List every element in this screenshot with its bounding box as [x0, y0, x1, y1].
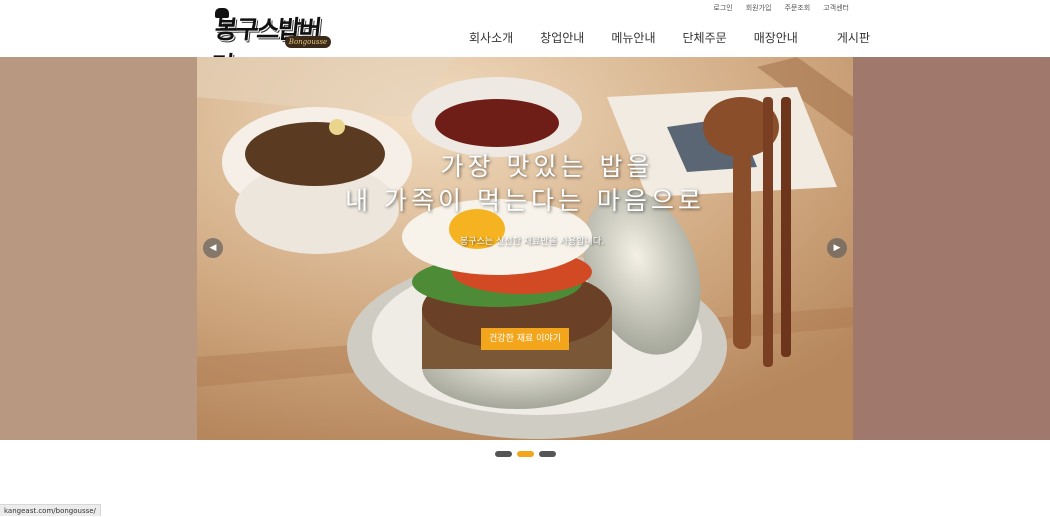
slide-dot-1[interactable] — [495, 451, 512, 457]
slide-pagination — [495, 451, 556, 457]
main-nav: 회사소개 창업안내 메뉴안내 단체주문 매장안내 게시판 — [469, 29, 870, 46]
nav-item-menu[interactable]: 메뉴안내 — [611, 29, 655, 46]
hero-side-right — [853, 57, 1050, 440]
nav-item-company[interactable]: 회사소개 — [469, 29, 513, 46]
status-bar-url: kangeast.com/bongousse/ — [0, 504, 101, 516]
hero-title-line2: 내 가족이 먹는다는 마음으로 — [345, 186, 705, 215]
logo-tagline: Bongousse — [285, 36, 331, 48]
nav-item-group-order[interactable]: 단체주문 — [683, 29, 727, 46]
nav-item-stores[interactable]: 매장안내 — [754, 29, 798, 46]
site-header: 봉구스밥버거 Bongousse 로그인 회원가입 주문조회 고객센터 회사소개… — [0, 0, 1050, 80]
hero-subtitle: 봉구스는 신선한 재료만을 사용합니다. — [460, 237, 604, 247]
prev-slide-button[interactable]: ◀ — [203, 238, 223, 258]
slide-dot-2[interactable] — [517, 451, 534, 457]
util-order-lookup-link[interactable]: 주문조회 — [784, 3, 810, 13]
hero-slide: 가장 맛있는 밥을 내 가족이 먹는다는 마음으로 봉구스는 신선한 재료만을 … — [197, 57, 853, 440]
util-signup-link[interactable]: 회원가입 — [746, 3, 772, 13]
chevron-right-icon: ▶ — [833, 243, 841, 253]
healthy-ingredients-button[interactable]: 건강한 재료 이야기 — [481, 328, 569, 350]
util-login-link[interactable]: 로그인 — [713, 3, 732, 13]
util-customer-center-link[interactable]: 고객센터 — [823, 3, 849, 13]
hero-food-image — [197, 57, 853, 440]
chevron-left-icon: ◀ — [209, 243, 217, 253]
slide-dot-3[interactable] — [539, 451, 556, 457]
nav-item-franchise[interactable]: 창업안내 — [540, 29, 584, 46]
nav-item-board[interactable]: 게시판 — [837, 29, 870, 46]
hero-title: 가장 맛있는 밥을 내 가족이 먹는다는 마음으로 — [197, 150, 853, 218]
utility-nav: 로그인 회원가입 주문조회 고객센터 — [713, 3, 849, 13]
hero-title-line1: 가장 맛있는 밥을 — [440, 152, 654, 181]
brand-logo[interactable]: 봉구스밥버거 Bongousse — [209, 8, 333, 80]
hero-side-left — [0, 57, 197, 440]
next-slide-button[interactable]: ▶ — [827, 238, 847, 258]
hero-banner: 가장 맛있는 밥을 내 가족이 먹는다는 마음으로 봉구스는 신선한 재료만을 … — [0, 57, 1050, 440]
